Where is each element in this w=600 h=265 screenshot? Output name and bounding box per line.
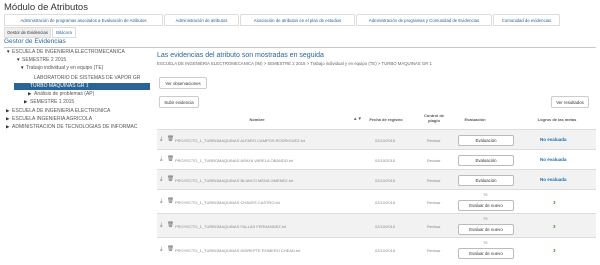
control-plagio-link[interactable]: Revisar <box>427 178 441 183</box>
main-panel: Las evidencias del atributo son mostrada… <box>157 49 596 265</box>
registration-date: 02/10/2015 <box>375 200 396 205</box>
control-plagio-link[interactable]: Revisar <box>427 138 441 143</box>
tree-node[interactable]: ▼ ESCUELA DE INGENIERIA ELECTROMECANICA <box>6 49 125 56</box>
trash-icon[interactable]: 🗑 <box>167 198 174 204</box>
tree-node[interactable]: ▶ ESCUELA INGENIERIA AGRICOLA <box>6 116 92 123</box>
download-icon[interactable]: ⤓ <box>160 176 162 183</box>
tree-node[interactable]: ▼ SEMESTRE 2 2015 <box>16 57 66 64</box>
table-row: ⤓ 🗑 PROYECTO_1_TURBOMAQUINAS FALLAS FERN… <box>157 213 596 238</box>
tree-node-label: Análisis de problemas (AP) <box>34 91 95 97</box>
evidence-heading: Las evidencias del atributo son mostrada… <box>157 52 324 59</box>
tree-node-label: LABORATORIO DE SISTEMAS DE VAPOR GR <box>34 75 141 81</box>
control-plagio-link[interactable]: Revisar <box>427 248 441 253</box>
registration-date: 02/10/2015 <box>375 224 396 229</box>
registration-date: 02/10/2015 <box>375 178 396 183</box>
evaluacion-button[interactable]: Evaluación <box>458 175 514 186</box>
trash-icon[interactable]: 🗑 <box>167 176 174 182</box>
tree-node-label: SEMESTRE 2 2015 <box>22 57 67 63</box>
table-row: ⤓ 🗑 PROYECTO_1_TURBOMAQUINAS HIDREPTE RO… <box>157 237 596 262</box>
tree-node-label: ESCUELA DE INGENIERIA ELECTRONICA <box>12 108 111 114</box>
evidence-name[interactable]: PROYECTO_1_TURBOMAQUINAS ARAYA VARELA OB… <box>175 158 293 163</box>
evaluation-score: 75 <box>483 192 488 197</box>
subir-evidencia-button[interactable]: Subir evidencia <box>159 96 199 108</box>
tree-node[interactable]: ▶ ESCUELA DE INGENIERIA ELECTRONICA <box>6 108 110 115</box>
evaluacion-button[interactable]: Evaluación <box>458 155 514 166</box>
tree-node-label: ESCUELA INGENIERIA AGRICOLA <box>12 116 93 122</box>
evidence-name[interactable]: PROYECTO_1_TURBOMAQUINAS HIDREPTE ROMERO… <box>175 248 300 253</box>
sub-tabs: Gestor de Evidencias Bitácora <box>4 27 77 38</box>
column-header-evaluacion[interactable]: Evaluación <box>457 117 493 122</box>
download-icon[interactable]: ⤓ <box>160 136 162 143</box>
section-title: Gestor de Evidencias <box>4 38 66 45</box>
control-plagio-link[interactable]: Revisar <box>427 158 441 163</box>
tree-node-label: SEMESTRE 1 2015 <box>30 99 75 105</box>
status-not-evaluated: No evaluada <box>540 177 567 182</box>
download-icon[interactable]: ⤓ <box>160 198 162 205</box>
sort-icon[interactable]: ▲▼ <box>353 116 362 121</box>
goal-score: 3 <box>553 248 556 253</box>
page-title: Módulo de Atributos <box>4 2 88 13</box>
download-icon[interactable]: ⤓ <box>160 156 162 163</box>
evidence-name[interactable]: PROYECTO_1_TURBOMAQUINAS CHAVES CASTRO.t… <box>175 200 280 205</box>
tree-sidebar: ▼ ESCUELA DE INGENIERIA ELECTROMECANICA ▼… <box>4 49 152 265</box>
column-header-nombre[interactable]: Nombre <box>237 117 277 122</box>
status-not-evaluated: No evaluada <box>540 157 567 162</box>
table-row: ⤓ 🗑 PROYECTO_1_TURBOMAQUINAS CHAVES CAST… <box>157 189 596 214</box>
download-icon[interactable]: ⤓ <box>160 246 162 253</box>
tree-node-label: ESCUELA DE INGENIERIA ELECTROMECANICA <box>12 49 125 55</box>
status-not-evaluated: No evaluada <box>540 137 567 142</box>
control-plagio-link[interactable]: Revisar <box>427 224 441 229</box>
tree-node[interactable]: ▶ ADMINISTRACION DE TECNOLOGIAS DE INFORM… <box>6 124 137 131</box>
table-row: ⤓ 🗑 PROYECTO_1_TURBOMAQUINAS ARAYA VAREL… <box>157 149 596 170</box>
evaluar-de-nuevo-button[interactable]: Evaluar de nuevo <box>458 200 514 211</box>
tree-node[interactable]: ▼ Trabajo individual y en equipo (TE) <box>20 65 103 72</box>
trash-icon[interactable]: 🗑 <box>167 222 174 228</box>
column-header-control[interactable]: Control de plagio <box>419 113 449 123</box>
evaluar-de-nuevo-button[interactable]: Evaluar de nuevo <box>458 248 514 259</box>
column-header-logros[interactable]: Logros de las metas <box>529 117 585 122</box>
tree-node[interactable]: ▶ SEMESTRE 1 2015 <box>24 99 74 106</box>
tab-asociacion-atributos-plan[interactable]: Asociación de atributos en el plan de es… <box>240 14 355 26</box>
evaluar-de-nuevo-button[interactable]: Evaluar de nuevo <box>458 224 514 235</box>
column-header-fecha[interactable]: Fecha de registro <box>363 117 409 122</box>
tree-node[interactable]: LABORATORIO DE SISTEMAS DE VAPOR GR <box>34 75 140 82</box>
breadcrumb: ESCUELA DE INGENIERIA ELECTROMECANICA (I… <box>157 61 432 66</box>
tree-node-label: ADMINISTRACION DE TECNOLOGIAS DE INFORMA… <box>12 124 138 130</box>
goal-score: 3 <box>553 224 556 229</box>
evaluation-score: 75 <box>483 216 488 221</box>
goal-score: 3 <box>553 200 556 205</box>
tab-administracion-programas-evaluacion[interactable]: Administración de programas asociados a … <box>4 14 163 26</box>
tab-administracion-atributos[interactable]: Administración de atributos <box>164 14 239 26</box>
ver-observaciones-button[interactable]: Ver observaciones <box>159 77 207 89</box>
registration-date: 02/10/2015 <box>375 158 396 163</box>
tab-gestor-evidencias[interactable]: Gestor de Evidencias <box>4 27 51 38</box>
trash-icon[interactable]: 🗑 <box>167 136 174 142</box>
main-nav-tabs: Administración de programas asociados a … <box>4 14 596 26</box>
tree-node[interactable]: ▶ Análisis de problemas (AP) <box>28 91 94 98</box>
divider <box>4 47 596 48</box>
evaluation-score: 75 <box>483 240 488 245</box>
tab-bitacora[interactable]: Bitácora <box>52 27 76 38</box>
tree-node-label: TURBO MAQUINAS GR 1 <box>30 83 89 89</box>
registration-date: 02/10/2015 <box>375 138 396 143</box>
tree-node-selected[interactable]: TURBO MAQUINAS GR 1 <box>14 83 150 90</box>
evidence-name[interactable]: PROYECTO_1_TURBOMAQUINAS BLANCO MENA JIM… <box>175 178 293 183</box>
ver-resultados-button[interactable]: Ver resultados <box>551 96 589 108</box>
evaluacion-button[interactable]: Evaluación <box>458 135 514 146</box>
evidence-name[interactable]: PROYECTO_1_TURBOMAQUINAS FALLAS FERNANDE… <box>175 224 286 229</box>
tab-administracion-programas-comunidad[interactable]: Administración de programas y Comunidad … <box>356 14 492 26</box>
table-header: Nombre ▲▼ Fecha de registro Control de p… <box>157 111 596 131</box>
table-row: ⤓ 🗑 PROYECTO_1_TURBOMAQUINAS ALFARO CAMP… <box>157 129 596 150</box>
trash-icon[interactable]: 🗑 <box>167 246 174 252</box>
tab-comunidad-evidencias[interactable]: Comunidad de evidencias <box>493 14 560 26</box>
table-row: ⤓ 🗑 PROYECTO_1_TURBOMAQUINAS BLANCO MENA… <box>157 169 596 190</box>
registration-date: 02/10/2015 <box>375 248 396 253</box>
download-icon[interactable]: ⤓ <box>160 222 162 229</box>
control-plagio-link[interactable]: Revisar <box>427 200 441 205</box>
tree-node-label: Trabajo individual y en equipo (TE) <box>26 65 104 71</box>
trash-icon[interactable]: 🗑 <box>167 156 174 162</box>
evidence-name[interactable]: PROYECTO_1_TURBOMAQUINAS ALFARO CAMPOS R… <box>175 138 305 143</box>
